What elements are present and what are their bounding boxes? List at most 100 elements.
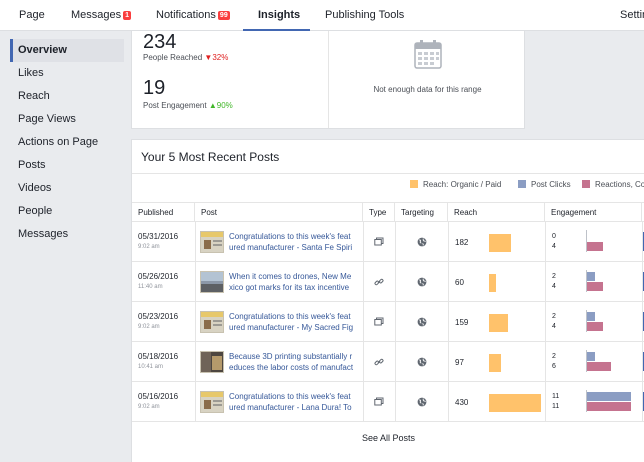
- link-icon: [374, 358, 384, 366]
- post-thumbnail[interactable]: [200, 231, 224, 253]
- reactions-bar: [587, 282, 603, 291]
- column-targeting[interactable]: Targeting: [395, 203, 448, 222]
- reach-bar: [489, 394, 541, 412]
- post-text-line-2: ured manufacturer - Lana Dura! To: [229, 403, 352, 412]
- reach-bar: [489, 234, 511, 252]
- post-text-line-2: ured manufacturer - My Sacred Fig: [229, 323, 354, 332]
- people-reached-change: 32%: [212, 53, 229, 62]
- table-row[interactable]: 05/16/2016 9:02 am Congratulations to this…: [132, 382, 644, 422]
- sidebar-item-page-views[interactable]: Page Views: [10, 108, 124, 131]
- globe-icon: [417, 357, 427, 367]
- post-text-link[interactable]: Congratulations to this week's feat ured …: [229, 391, 357, 413]
- column-engagement[interactable]: Engagement: [545, 203, 642, 222]
- post-date-value: 05/16/2016: [138, 392, 179, 401]
- post-text-line-1: Congratulations to this week's feat: [229, 232, 351, 241]
- post-text-line-2: educes the labor costs of manufact: [229, 363, 354, 372]
- globe-icon: [417, 277, 427, 287]
- post-date-value: 05/26/2016: [138, 272, 179, 281]
- post-text-link[interactable]: Congratulations to this week's feat ured …: [229, 311, 357, 333]
- reach-value: 182: [455, 238, 469, 247]
- table-row[interactable]: 05/18/2016 10:41 am Because 3D printing su…: [132, 342, 644, 382]
- post-time-value: 9:02 am: [138, 244, 160, 250]
- column-reach[interactable]: Reach: [448, 203, 545, 222]
- reactions-value: 4: [552, 243, 556, 250]
- engagement-values: 26: [552, 352, 556, 372]
- sidebar-item-likes[interactable]: Likes: [10, 62, 124, 85]
- post-text-link[interactable]: Because 3D printing substantially r educe…: [229, 351, 357, 373]
- nav-publishing-tools[interactable]: Publishing Tools: [325, 0, 404, 31]
- nav-page[interactable]: Page: [19, 0, 45, 31]
- sidebar-item-reach[interactable]: Reach: [10, 85, 124, 108]
- link-icon: [374, 278, 384, 286]
- engagement-values: 04: [552, 232, 556, 252]
- column-divider: [395, 222, 396, 422]
- nav-settings[interactable]: Settings: [620, 0, 644, 31]
- sidebar-item-videos[interactable]: Videos: [10, 177, 124, 200]
- post-time-value: 9:02 am: [138, 324, 160, 330]
- sidebar-item-posts[interactable]: Posts: [10, 154, 124, 177]
- post-clicks-value: 0: [552, 233, 556, 240]
- post-engagement-text: Post Engagement: [143, 101, 207, 110]
- reactions-bar: [587, 362, 611, 371]
- gallery-icon: [374, 237, 384, 246]
- post-thumbnail[interactable]: [200, 351, 224, 373]
- recent-posts-title: Your 5 Most Recent Posts: [141, 150, 280, 164]
- post-text-link[interactable]: When it comes to drones, New Me xico got …: [229, 271, 357, 293]
- sidebar-item-messages[interactable]: Messages: [10, 223, 124, 246]
- up-arrow-icon: ▲: [208, 101, 217, 110]
- reach-bar: [489, 274, 496, 292]
- posts-table-header: Published Post Type Targeting Reach Enga…: [132, 202, 644, 222]
- recent-posts-card: Your 5 Most Recent Posts Reach: Organic …: [131, 139, 644, 462]
- post-clicks-value: 2: [552, 353, 556, 360]
- legend-reach: Reach: Organic / Paid: [410, 180, 501, 189]
- table-row[interactable]: 05/31/2016 9:02 am Congratulations to this…: [132, 222, 644, 262]
- summary-stats-card: 234 People Reached ▼32% 19 Post Engageme…: [131, 31, 525, 129]
- post-clicks-value: 11: [552, 393, 560, 400]
- column-type[interactable]: Type: [363, 203, 395, 222]
- see-all-posts-link[interactable]: See All Posts: [132, 424, 644, 452]
- post-text-link[interactable]: Congratulations to this week's feat ured …: [229, 231, 357, 253]
- legend-reach-swatch: [410, 180, 418, 188]
- legend-post-clicks: Post Clicks: [518, 180, 571, 189]
- engagement-values: 24: [552, 312, 556, 332]
- post-thumbnail[interactable]: [200, 271, 224, 293]
- post-thumbnail[interactable]: [200, 391, 224, 413]
- gallery-icon: [374, 397, 384, 406]
- post-thumbnail[interactable]: [200, 311, 224, 333]
- gallery-icon: [374, 317, 384, 326]
- insights-sidebar: Overview Likes Reach Page Views Actions …: [10, 39, 124, 246]
- nav-notifications-label: Notifications: [156, 9, 216, 21]
- legend-reactions: Reactions, Co: [582, 180, 644, 189]
- reactions-bar: [587, 242, 603, 251]
- globe-icon: [417, 317, 427, 327]
- column-published[interactable]: Published: [132, 203, 195, 222]
- sidebar-item-people[interactable]: People: [10, 200, 124, 223]
- column-post[interactable]: Post: [195, 203, 363, 222]
- legend-reactions-label: Reactions, Co: [595, 180, 644, 189]
- nav-insights[interactable]: Insights: [258, 0, 300, 31]
- people-reached-text: People Reached: [143, 53, 203, 62]
- column-divider: [545, 222, 546, 422]
- reactions-value: 6: [552, 363, 556, 370]
- nav-notifications[interactable]: Notifications 99: [156, 0, 230, 31]
- post-text-line-1: Congratulations to this week's feat: [229, 312, 351, 321]
- legend-clicks-swatch: [518, 180, 526, 188]
- post-time-value: 10:41 am: [138, 364, 164, 370]
- table-row[interactable]: 05/26/2016 11:40 am When it comes to drone…: [132, 262, 644, 302]
- legend-reactions-swatch: [582, 180, 590, 188]
- reactions-bar: [587, 402, 631, 411]
- legend-reach-label: Reach: Organic / Paid: [423, 180, 502, 189]
- sidebar-item-overview[interactable]: Overview: [10, 39, 124, 62]
- nav-settings-label: Settings: [620, 9, 644, 21]
- engagement-values: 24: [552, 272, 556, 292]
- reach-bar: [489, 314, 508, 332]
- reach-value: 159: [455, 318, 469, 327]
- post-engagement-change: 90%: [216, 101, 233, 110]
- nav-messages[interactable]: Messages 1: [71, 0, 132, 31]
- reach-value: 97: [455, 358, 464, 367]
- reactions-value: 11: [552, 403, 560, 410]
- table-row[interactable]: 05/23/2016 9:02 am Congratulations to this…: [132, 302, 644, 342]
- calendar-icon: [414, 40, 442, 69]
- nav-messages-label: Messages: [71, 9, 122, 21]
- sidebar-item-actions-on-page[interactable]: Actions on Page: [10, 131, 124, 154]
